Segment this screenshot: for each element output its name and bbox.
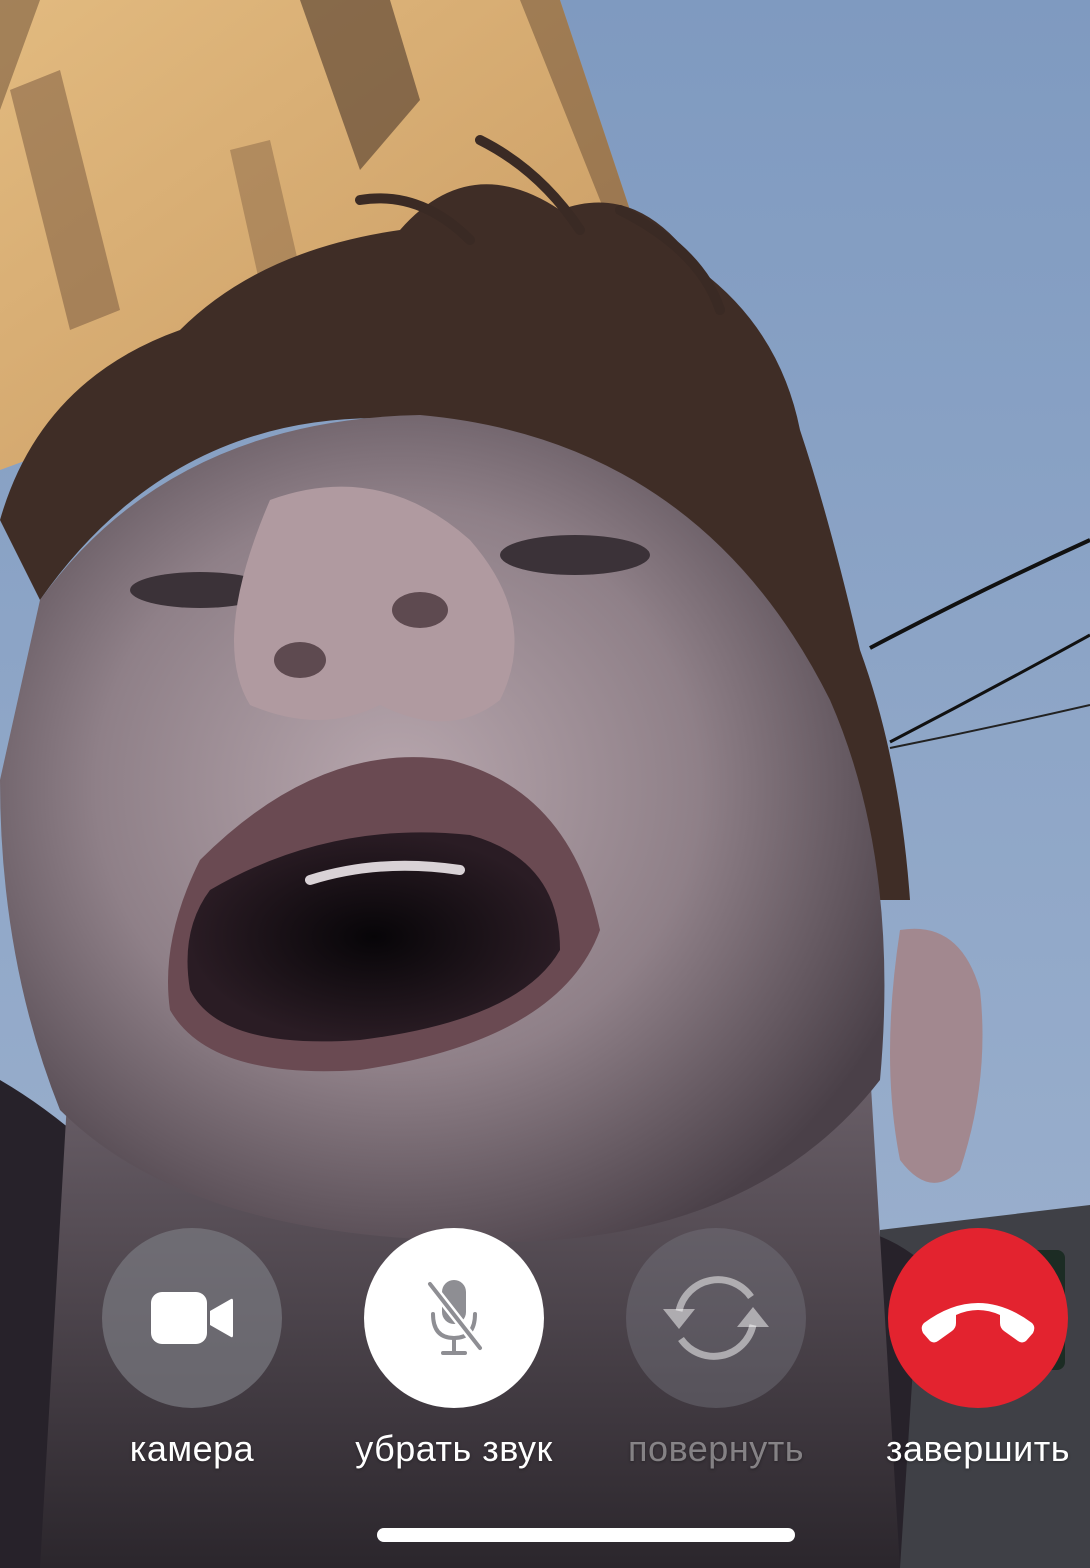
nostril xyxy=(392,592,448,628)
mute-control: убрать звук xyxy=(334,1228,574,1471)
camera-button[interactable] xyxy=(102,1228,282,1408)
flip-button[interactable] xyxy=(626,1228,806,1408)
microphone-slash-icon xyxy=(426,1280,484,1355)
call-controls: камера убрать звук повернуть завершить xyxy=(0,1228,1090,1478)
nostril xyxy=(274,642,326,678)
video-camera-icon xyxy=(151,1292,233,1344)
mute-button[interactable] xyxy=(364,1228,544,1408)
end-call-button[interactable] xyxy=(888,1228,1068,1408)
camera-label: камера xyxy=(129,1428,255,1469)
home-indicator[interactable] xyxy=(377,1528,795,1542)
camera-control: камера xyxy=(72,1228,312,1471)
phone-hangup-icon xyxy=(921,1303,1035,1343)
mute-label: убрать звук xyxy=(355,1428,553,1469)
flip-control: повернуть xyxy=(596,1228,836,1471)
camera-flip-icon xyxy=(663,1276,769,1360)
end-call-control: завершить xyxy=(858,1228,1090,1471)
flip-label: повернуть xyxy=(628,1428,804,1469)
end-call-label: завершить xyxy=(885,1428,1071,1469)
video-call-screen: камера убрать звук повернуть завершить xyxy=(0,0,1090,1568)
eye xyxy=(500,535,650,575)
